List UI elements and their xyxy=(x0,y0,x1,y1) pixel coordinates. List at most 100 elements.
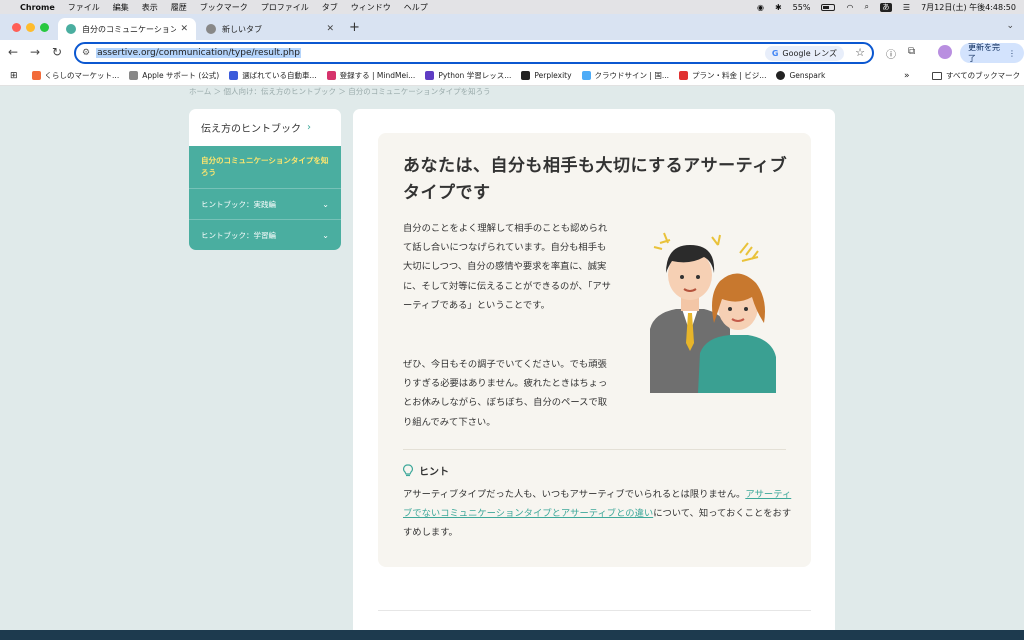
bookmark-favicon-icon xyxy=(425,71,435,80)
bookmark-favicon-icon xyxy=(581,71,591,80)
bookmark-item[interactable]: 登録する | MindMei... xyxy=(326,70,416,81)
apps-grid-icon[interactable]: ⊞ xyxy=(10,71,18,81)
tab-close-icon[interactable]: ✕ xyxy=(326,24,334,34)
menu-view[interactable]: 表示 xyxy=(142,2,158,13)
google-g-icon: G xyxy=(771,49,779,58)
menu-file[interactable]: ファイル xyxy=(68,2,100,13)
info-extension-icon[interactable]: ⓘ xyxy=(886,46,896,61)
bookmark-item[interactable]: 選ばれている自動車... xyxy=(229,70,317,81)
address-bar[interactable]: ⚙ assertive.org/communication/type/resul… xyxy=(74,42,874,64)
bookmark-item[interactable]: Perplexity xyxy=(521,71,572,80)
reload-icon[interactable]: ↻ xyxy=(52,45,62,59)
sidebar-item-current[interactable]: 自分のコミュニケーションタイプを知ろう xyxy=(189,146,341,188)
hint-text-before: アサーティブタイプだった人も、いつもアサーティブでいられるとは限りません。 xyxy=(403,489,746,500)
battery-percent: 55% xyxy=(792,2,811,12)
control-center-icon[interactable]: ☰ xyxy=(903,3,910,12)
bookmark-label: Perplexity xyxy=(534,71,572,80)
profile-avatar[interactable] xyxy=(938,45,952,59)
bookmarks-overflow-icon[interactable]: » xyxy=(904,71,910,81)
status-circle-icon[interactable]: ◉ xyxy=(757,3,764,12)
chrome-favicon-icon xyxy=(206,24,216,34)
bluetooth-icon[interactable]: ✱ xyxy=(775,3,782,12)
bookmark-item[interactable]: Apple サポート (公式) xyxy=(129,70,219,81)
search-icon[interactable]: ⌕ xyxy=(864,2,868,12)
chevron-down-icon: ⌄ xyxy=(322,199,329,209)
bookmark-label: 選ばれている自動車... xyxy=(242,71,317,80)
menu-app-name[interactable]: Chrome xyxy=(20,3,55,12)
couple-illustration xyxy=(650,232,776,393)
bookmark-favicon-icon xyxy=(679,71,688,80)
perplexity-icon xyxy=(521,71,531,80)
window-zoom-button[interactable] xyxy=(40,23,49,32)
site-settings-icon[interactable]: ⚙ xyxy=(82,48,90,58)
macos-menubar: Chrome ファイル 編集 表示 履歴 ブックマーク プロファイル タブ ウィ… xyxy=(0,0,1024,14)
wifi-icon[interactable]: ◠ xyxy=(846,3,853,12)
tab-title: 自分のコミュニケーションタイプ xyxy=(82,24,177,34)
bookmark-label: クラウドサイン | 国... xyxy=(594,71,669,80)
hint-text: アサーティブタイプだった人も、いつもアサーティブでいられるとは限りません。アサー… xyxy=(403,485,798,542)
bookmark-star-icon[interactable]: ☆ xyxy=(855,46,865,59)
menu-tab[interactable]: タブ xyxy=(322,2,338,13)
tab-close-icon[interactable]: ✕ xyxy=(180,24,188,34)
hint-title: ヒント xyxy=(419,467,449,478)
battery-icon[interactable] xyxy=(821,3,836,11)
update-button[interactable]: 更新を完了 ⋮ xyxy=(960,43,1024,63)
result-card: あなたは、自分も相手も大切にするアサーティブタイプです 自分のことをよく理解して… xyxy=(378,133,811,567)
page-content: ホーム ＞ 個人向け：伝え方のヒントブック ＞ 自分のコミュニケーションタイプを… xyxy=(0,86,1024,630)
bookmark-item[interactable]: プラン・料金 | ビジ... xyxy=(679,70,766,81)
bookmark-label: Python 学習レッス... xyxy=(438,71,512,80)
window-minimize-button[interactable] xyxy=(26,23,35,32)
folder-icon xyxy=(932,71,942,80)
sidebar-item-label: ヒントブック：学習編 xyxy=(201,230,276,240)
bookmark-item[interactable]: クラウドサイン | 国... xyxy=(581,70,669,81)
update-label: 更新を完了 xyxy=(968,43,1000,63)
more-menu-icon: ⋮ xyxy=(1008,48,1016,58)
browser-toolbar: ← → ↻ ⚙ assertive.org/communication/type… xyxy=(0,40,1024,66)
menu-help[interactable]: ヘルプ xyxy=(404,2,428,13)
menu-bookmarks[interactable]: ブックマーク xyxy=(200,2,248,13)
menu-history[interactable]: 履歴 xyxy=(171,2,187,13)
tab-active[interactable]: 自分のコミュニケーションタイプ ✕ xyxy=(58,18,196,40)
bookmark-label: くらしのマーケット... xyxy=(44,71,120,80)
result-paragraph-1: 自分のことをよく理解して相手のことも認められて話し合いにつなげられています。自分… xyxy=(403,223,611,311)
sidebar-item-label: ヒントブック：実践編 xyxy=(201,199,276,209)
bookmark-label: Apple サポート (公式) xyxy=(142,71,220,80)
result-paragraph-2: ぜひ、今日もその調子でいてください。でも頑張りすぎる必要はありません。疲れたとき… xyxy=(403,359,608,428)
breadcrumb[interactable]: ホーム ＞ 個人向け：伝え方のヒントブック ＞ 自分のコミュニケーションタイプを… xyxy=(189,86,491,97)
bookmark-item[interactable]: Genspark xyxy=(776,71,825,80)
back-arrow-icon[interactable]: ← xyxy=(8,45,18,59)
menu-window[interactable]: ウィンドウ xyxy=(351,2,391,13)
window-close-button[interactable] xyxy=(12,23,21,32)
sidebar-item-practice[interactable]: ヒントブック：実践編 ⌄ xyxy=(189,188,341,219)
google-lens-button[interactable]: G Google レンズ xyxy=(764,46,844,61)
sidebar-item-learning[interactable]: ヒントブック：学習編 ⌄ xyxy=(189,219,341,250)
bookmark-item[interactable]: Python 学習レッス... xyxy=(425,70,511,81)
bookmark-label: Genspark xyxy=(789,71,826,80)
url-text[interactable]: assertive.org/communication/type/result.… xyxy=(96,48,301,58)
footer-divider xyxy=(378,610,811,611)
bookmark-favicon-icon xyxy=(326,71,336,80)
menu-profiles[interactable]: プロファイル xyxy=(261,2,309,13)
sidebar: 伝え方のヒントブック › 自分のコミュニケーションタイプを知ろう ヒントブック：… xyxy=(189,109,341,250)
apple-icon xyxy=(129,71,139,80)
menu-edit[interactable]: 編集 xyxy=(113,2,129,13)
all-bookmarks-label: すべてのブックマーク xyxy=(946,71,1021,80)
forward-arrow-icon[interactable]: → xyxy=(30,45,40,59)
lightbulb-icon xyxy=(403,464,413,477)
sidebar-menu: 自分のコミュニケーションタイプを知ろう ヒントブック：実践編 ⌄ ヒントブック：… xyxy=(189,146,341,250)
new-tab-plus-icon[interactable]: + xyxy=(349,20,360,35)
sidebar-header[interactable]: 伝え方のヒントブック › xyxy=(189,109,341,146)
tab-new-tab[interactable]: 新しいタブ ✕ xyxy=(198,18,342,40)
lens-label: Google レンズ xyxy=(782,49,837,58)
chevron-down-icon: ⌄ xyxy=(322,230,329,240)
tab-search-chevron-icon[interactable]: ⌄ xyxy=(1006,21,1014,31)
extensions-puzzle-icon[interactable]: ⧉ xyxy=(908,46,915,57)
bookmark-item[interactable]: くらしのマーケット... xyxy=(31,70,120,81)
desktop-background xyxy=(0,630,1024,640)
all-bookmarks-button[interactable]: すべてのブックマーク xyxy=(932,70,1020,81)
menubar-datetime[interactable]: 7月12日(土) 午後4:48:50 xyxy=(921,2,1016,13)
ime-indicator[interactable]: あ xyxy=(879,2,892,12)
bookmark-favicon-icon xyxy=(229,71,239,80)
bookmark-label: プラン・料金 | ビジ... xyxy=(692,71,767,80)
bookmark-label: 登録する | MindMei... xyxy=(339,71,416,80)
